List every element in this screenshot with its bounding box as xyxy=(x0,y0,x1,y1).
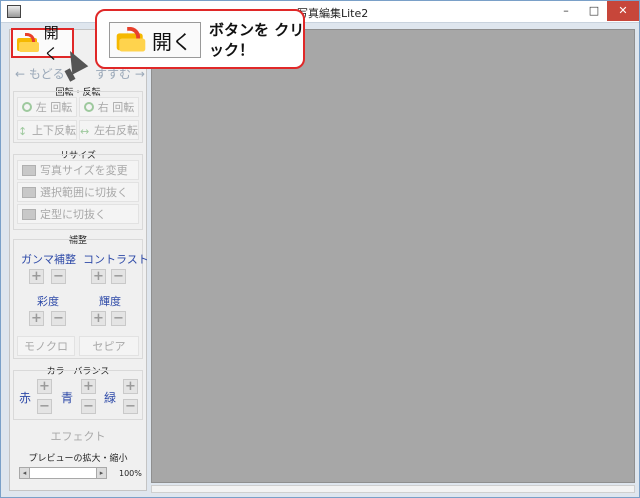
minimize-button[interactable]: – xyxy=(553,1,579,21)
effect-button[interactable]: エフェクト xyxy=(13,427,143,447)
crop-fixed-label: 定型に切抜く xyxy=(40,208,106,221)
app-icon xyxy=(7,5,21,18)
balance-green-label: 緑 xyxy=(104,391,117,405)
sepia-button[interactable]: セピア xyxy=(79,336,139,356)
zoom-left-icon[interactable]: ◂ xyxy=(20,468,30,478)
crop-selection-icon xyxy=(22,186,36,198)
status-bar xyxy=(151,485,635,493)
saturation-plus-button[interactable]: + xyxy=(29,311,44,326)
flip-horizontal-icon: ↔ xyxy=(80,124,90,138)
flip-vertical-icon: ↕ xyxy=(18,124,28,138)
callout-folder-icon xyxy=(116,26,146,52)
tutorial-callout: 開く ボタンを クリック！ xyxy=(95,9,305,69)
green-minus-button[interactable]: − xyxy=(123,399,138,414)
rotate-right-button[interactable]: 右 回転 xyxy=(79,97,139,117)
flip-vertical-button[interactable]: ↕ 上下反転 xyxy=(17,120,77,140)
brightness-label: 輝度 xyxy=(99,295,121,308)
red-plus-button[interactable]: + xyxy=(37,379,52,394)
flip-horizontal-label: 左右反転 xyxy=(94,124,138,137)
contrast-minus-button[interactable]: − xyxy=(111,269,126,284)
crop-fixed-button[interactable]: 定型に切抜く xyxy=(17,204,139,224)
gamma-plus-button[interactable]: + xyxy=(29,269,44,284)
rotate-left-label: 左 回転 xyxy=(35,101,73,114)
undo-button[interactable]: ← もどる xyxy=(15,65,65,82)
app-window: 写真編集Lite2 – □ ✕ 開く ← もどる すすむ → 回転・反転 左 回… xyxy=(0,0,640,498)
saturation-label: 彩度 xyxy=(37,295,59,308)
saturation-minus-button[interactable]: − xyxy=(51,311,66,326)
maximize-button[interactable]: □ xyxy=(581,1,607,21)
change-size-label: 写真サイズを変更 xyxy=(40,164,128,177)
callout-open-button-illustration: 開く xyxy=(109,22,201,58)
gamma-minus-button[interactable]: − xyxy=(51,269,66,284)
gamma-label: ガンマ補整 xyxy=(21,253,76,266)
brightness-plus-button[interactable]: + xyxy=(91,311,106,326)
rotate-right-icon xyxy=(83,102,94,112)
blue-minus-button[interactable]: − xyxy=(81,399,96,414)
contrast-plus-button[interactable]: + xyxy=(91,269,106,284)
flip-vertical-label: 上下反転 xyxy=(32,124,76,137)
mono-button[interactable]: モノクロ xyxy=(17,336,75,356)
crop-fixed-icon xyxy=(22,208,36,220)
rotate-left-button[interactable]: 左 回転 xyxy=(17,97,77,117)
preview-section-title: プレビューの拡大・縮小 xyxy=(28,454,128,464)
balance-blue-label: 青 xyxy=(61,391,74,405)
green-plus-button[interactable]: + xyxy=(123,379,138,394)
photo-size-icon xyxy=(22,164,36,176)
callout-open-label: 開く xyxy=(152,29,192,54)
open-folder-icon xyxy=(17,32,39,52)
contrast-label: コントラスト xyxy=(83,253,149,266)
close-button[interactable]: ✕ xyxy=(607,1,639,21)
zoom-right-icon[interactable]: ▸ xyxy=(96,468,106,478)
rotate-left-icon xyxy=(21,102,32,112)
blue-plus-button[interactable]: + xyxy=(81,379,96,394)
image-canvas[interactable] xyxy=(151,29,635,483)
crop-selection-label: 選択範囲に切抜く xyxy=(40,186,128,199)
zoom-slider[interactable]: ◂ ▸ xyxy=(19,467,107,479)
flip-horizontal-button[interactable]: ↔ 左右反転 xyxy=(79,120,139,140)
callout-text: ボタンを クリック！ xyxy=(209,21,305,59)
crop-selection-button[interactable]: 選択範囲に切抜く xyxy=(17,182,139,202)
window-title: 写真編集Lite2 xyxy=(297,7,369,20)
rotate-right-label: 右 回転 xyxy=(97,101,135,114)
zoom-value: 100% xyxy=(119,469,142,478)
brightness-minus-button[interactable]: − xyxy=(111,311,126,326)
red-minus-button[interactable]: − xyxy=(37,399,52,414)
balance-red-label: 赤 xyxy=(19,391,32,405)
change-size-button[interactable]: 写真サイズを変更 xyxy=(17,160,139,180)
